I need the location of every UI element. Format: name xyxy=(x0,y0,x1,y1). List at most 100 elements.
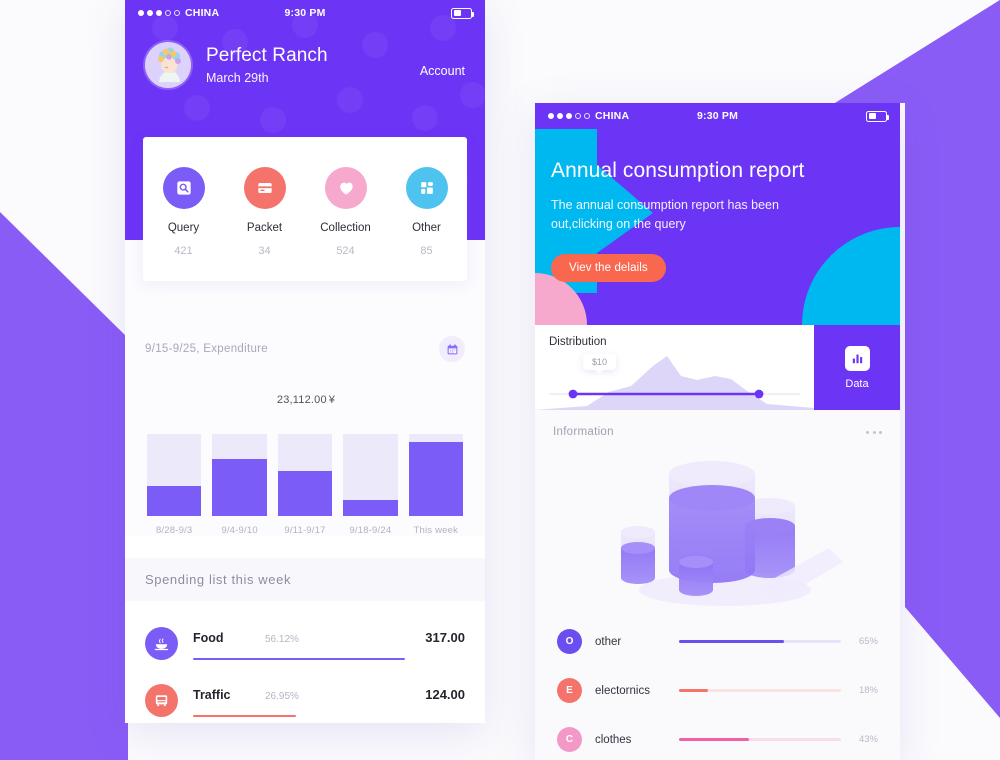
bar-column[interactable]: 9/4-9/10 xyxy=(212,434,267,536)
other-icon-circle[interactable] xyxy=(405,167,448,209)
expenditure-range-label: 9/15-9/25, Expenditure xyxy=(145,343,268,355)
quick-action-packet[interactable]: Packet 34 xyxy=(224,167,305,257)
food-icon-circle xyxy=(145,627,178,660)
list-item-body: Food 56.12% 317.00 xyxy=(193,627,465,661)
spending-list-heading: Spending list this week xyxy=(125,558,485,601)
bar-label: 9/18-9/24 xyxy=(349,525,392,536)
distribution-row: Distribution $10 Data xyxy=(535,325,900,410)
category-percent: 65% xyxy=(858,636,878,647)
bar-track xyxy=(408,434,463,516)
information-header: Information xyxy=(553,426,882,438)
more-horizontal-icon[interactable] xyxy=(866,430,882,434)
category-percent: 43% xyxy=(858,734,878,745)
information-title: Information xyxy=(553,426,614,438)
avatar[interactable] xyxy=(145,42,191,88)
bar-column[interactable]: 9/18-9/24 xyxy=(343,434,398,536)
category-amount: 317.00 xyxy=(425,630,465,645)
account-link[interactable]: Account xyxy=(420,52,465,78)
bar-label: This week xyxy=(413,525,459,536)
search-icon xyxy=(176,181,191,195)
hero-banner: CHINA 9:30 PM Annual consumption report … xyxy=(535,103,900,325)
spending-list: Food 56.12% 317.00 Traffic 26.95% 124.00 xyxy=(125,601,485,723)
bar-fill xyxy=(343,500,398,516)
bar-track xyxy=(147,434,202,516)
category-percent: 18% xyxy=(858,685,878,696)
food-icon xyxy=(154,638,169,651)
list-item[interactable]: Food 56.12% 317.00 xyxy=(145,615,465,672)
profile-row: Perfect Ranch March 29th Account xyxy=(125,26,485,88)
hero-text-block: Annual consumption report The annual con… xyxy=(551,159,884,282)
list-item[interactable]: O other 65% xyxy=(557,617,878,666)
list-item-top-row: Traffic 26.95% 124.00 xyxy=(193,686,465,702)
category-name: other xyxy=(595,635,622,648)
cylinder-3d-chart-illustration xyxy=(553,440,882,613)
profile-date: March 29th xyxy=(206,71,269,85)
category-progress-fill xyxy=(679,689,709,692)
range-slider[interactable] xyxy=(549,388,800,400)
quick-action-collection[interactable]: Collection 524 xyxy=(305,167,386,257)
category-amount: 124.00 xyxy=(425,687,465,703)
bar-fill xyxy=(277,470,333,516)
bar-column[interactable]: 8/28-9/3 xyxy=(147,434,202,536)
quick-actions-card: Query 421 Packet 34 Collection 524 Other… xyxy=(143,137,467,281)
quick-action-count: 85 xyxy=(420,245,433,257)
expenditure-bar-chart: 8/28-9/3 9/4-9/10 9/11-9/17 9/18-9/24 Th… xyxy=(145,434,465,536)
profile-name: Perfect Ranch xyxy=(206,45,328,66)
quick-action-label: Packet xyxy=(246,222,283,234)
category-progress-track xyxy=(679,640,841,643)
view-details-button[interactable]: Viev the delails xyxy=(551,253,666,282)
category-badge: O xyxy=(557,629,582,654)
clock-label: 9:30 PM xyxy=(696,110,739,122)
category-progress-fill xyxy=(679,640,785,643)
hero-title: Annual consumption report xyxy=(551,159,805,182)
bar-track xyxy=(277,434,333,516)
packet-icon-circle[interactable] xyxy=(243,167,286,209)
category-list: O other 65% E electornics 18% C clothes xyxy=(553,613,882,760)
category-progress-bar xyxy=(193,715,297,718)
currency-symbol: ¥ xyxy=(328,394,336,406)
category-progress-bar xyxy=(193,658,406,661)
category-progress-track xyxy=(679,689,841,692)
information-panel: Information O other 65% E electornics 18… xyxy=(535,410,900,760)
bar-label: 9/4-9/10 xyxy=(221,525,258,536)
slider-handle-max xyxy=(754,389,764,399)
category-percent: 56.12% xyxy=(265,634,299,645)
hero-subtitle: The annual consumption report has been o… xyxy=(551,198,779,232)
bar-track xyxy=(343,434,398,516)
cylinder-chart-svg xyxy=(620,461,843,606)
bar-fill xyxy=(212,458,267,516)
category-percent: 26.95% xyxy=(265,691,299,703)
quick-action-query[interactable]: Query 421 xyxy=(143,167,224,257)
quick-action-other[interactable]: Other 85 xyxy=(386,167,467,257)
calendar-icon xyxy=(447,343,457,354)
quick-actions-row: Query 421 Packet 34 Collection 524 Other… xyxy=(143,167,467,257)
traffic-icon-circle xyxy=(145,684,178,718)
query-icon-circle[interactable] xyxy=(162,167,205,209)
avatar-portrait-icon xyxy=(145,42,191,88)
quick-action-count: 524 xyxy=(336,245,355,257)
expenditure-amount: 23,112.00 xyxy=(276,394,327,406)
list-item-top-row: Food 56.12% 317.00 xyxy=(193,629,465,645)
bar-column[interactable]: This week xyxy=(408,434,463,536)
list-item[interactable]: Traffic 26.95% 124.00 xyxy=(145,672,465,723)
phone-left: CHINA 9:30 PM Perfect Ranch March 29th A… xyxy=(125,0,485,723)
category-name: Traffic xyxy=(193,688,231,703)
right-status-bar: CHINA 9:30 PM xyxy=(535,103,900,129)
bar-fill xyxy=(408,442,463,516)
battery-icon xyxy=(866,110,889,122)
calendar-button[interactable] xyxy=(439,336,465,362)
list-item[interactable]: E electornics 18% xyxy=(557,666,878,715)
category-badge: E xyxy=(557,678,582,703)
bar-label: 9/11-9/17 xyxy=(284,525,326,536)
grid-icon xyxy=(420,182,433,194)
expenditure-header: 9/15-9/25, Expenditure xyxy=(145,336,465,362)
bar-track xyxy=(212,434,267,516)
data-button[interactable]: Data xyxy=(814,325,900,410)
bar-column[interactable]: 9/11-9/17 xyxy=(277,434,333,536)
distribution-panel: Distribution $10 xyxy=(535,325,814,410)
quick-action-label: Collection xyxy=(320,222,371,234)
collection-icon-circle[interactable] xyxy=(324,167,367,209)
category-name: clothes xyxy=(595,733,632,746)
list-item[interactable]: C clothes 43% xyxy=(557,715,878,760)
category-progress-track xyxy=(679,738,841,741)
